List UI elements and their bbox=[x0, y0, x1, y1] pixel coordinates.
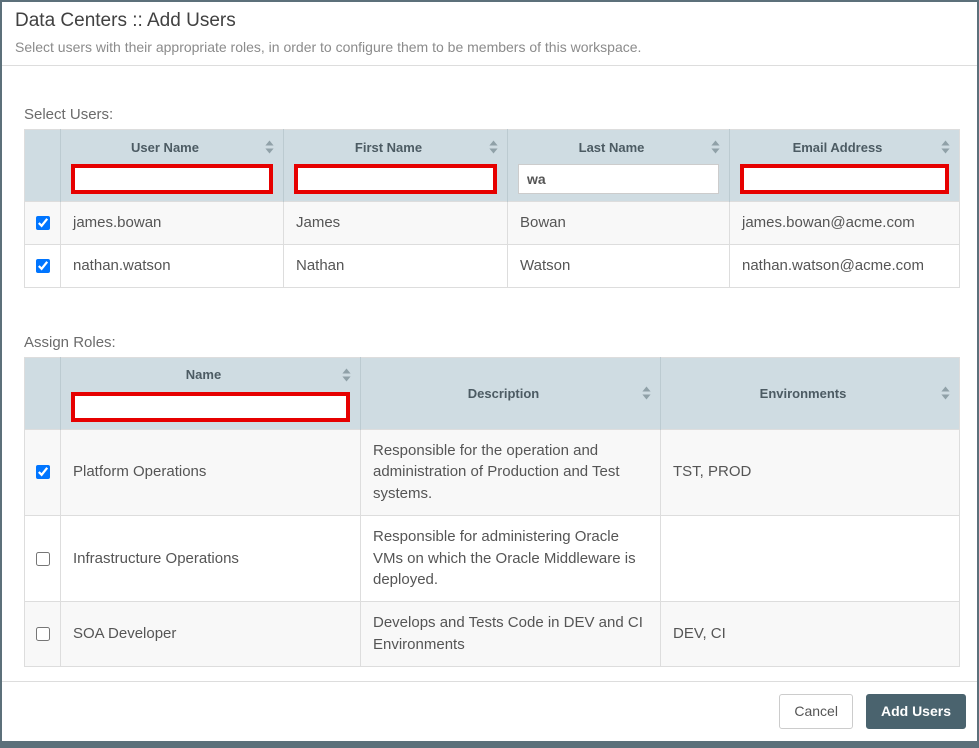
column-header-first-name[interactable]: First Name bbox=[284, 130, 508, 202]
dialog-footer: Cancel Add Users bbox=[2, 681, 977, 741]
section-label-assign-roles: Assign Roles: bbox=[24, 334, 955, 351]
filter-input-email-address[interactable] bbox=[740, 164, 949, 194]
role-environments-cell: DEV, CI bbox=[661, 602, 960, 667]
cancel-button[interactable]: Cancel bbox=[779, 694, 853, 729]
role-description-cell: Responsible for the operation and admini… bbox=[361, 429, 661, 515]
column-header-email-address[interactable]: Email Address bbox=[730, 130, 960, 202]
role-select-cell bbox=[25, 515, 61, 601]
sort-icon[interactable] bbox=[711, 141, 720, 154]
role-row-platform-operations: Platform Operations Responsible for the … bbox=[25, 429, 960, 515]
role-row-infrastructure-operations: Infrastructure Operations Responsible fo… bbox=[25, 515, 960, 601]
page-subtitle: Select users with their appropriate role… bbox=[15, 39, 964, 55]
role-name-cell: SOA Developer bbox=[61, 602, 361, 667]
column-label-last-name: Last Name bbox=[579, 140, 645, 155]
column-header-user-name[interactable]: User Name bbox=[61, 130, 284, 202]
page-title: Data Centers :: Add Users bbox=[15, 10, 964, 32]
last-name-cell: Watson bbox=[508, 244, 730, 287]
sort-icon[interactable] bbox=[265, 141, 274, 154]
sort-icon[interactable] bbox=[342, 368, 351, 381]
user-checkbox[interactable] bbox=[36, 259, 50, 273]
user-row-james-bowan: james.bowan James Bowan james.bowan@acme… bbox=[25, 202, 960, 245]
add-users-button[interactable]: Add Users bbox=[866, 694, 966, 729]
role-row-soa-developer: SOA Developer Develops and Tests Code in… bbox=[25, 602, 960, 667]
column-label-first-name: First Name bbox=[355, 140, 422, 155]
sort-icon[interactable] bbox=[941, 141, 950, 154]
column-header-environments[interactable]: Environments bbox=[661, 357, 960, 429]
role-environments-cell: TST, PROD bbox=[661, 429, 960, 515]
role-select-cell bbox=[25, 602, 61, 667]
roles-table: Name Description bbox=[24, 357, 960, 667]
dialog-body: Select Users: User Name bbox=[2, 66, 977, 667]
column-header-last-name[interactable]: Last Name bbox=[508, 130, 730, 202]
add-users-dialog: Data Centers :: Add Users Select users w… bbox=[0, 0, 979, 748]
role-description-cell: Responsible for administering Oracle VMs… bbox=[361, 515, 661, 601]
column-label-description: Description bbox=[468, 386, 540, 401]
role-name-cell: Infrastructure Operations bbox=[61, 515, 361, 601]
column-label-role-name: Name bbox=[186, 367, 221, 382]
column-header-select bbox=[25, 130, 61, 202]
role-checkbox[interactable] bbox=[36, 627, 50, 641]
user-select-cell bbox=[25, 202, 61, 245]
email-cell: nathan.watson@acme.com bbox=[730, 244, 960, 287]
role-checkbox[interactable] bbox=[36, 552, 50, 566]
column-header-select bbox=[25, 357, 61, 429]
sort-icon[interactable] bbox=[489, 141, 498, 154]
email-cell: james.bowan@acme.com bbox=[730, 202, 960, 245]
role-checkbox[interactable] bbox=[36, 465, 50, 479]
filter-input-user-name[interactable] bbox=[71, 164, 273, 194]
last-name-cell: Bowan bbox=[508, 202, 730, 245]
role-description-cell: Develops and Tests Code in DEV and CI En… bbox=[361, 602, 661, 667]
filter-input-role-name[interactable] bbox=[71, 392, 350, 422]
user-select-cell bbox=[25, 244, 61, 287]
filter-input-first-name[interactable] bbox=[294, 164, 497, 194]
user-checkbox[interactable] bbox=[36, 216, 50, 230]
column-label-environments: Environments bbox=[760, 386, 847, 401]
role-environments-cell bbox=[661, 515, 960, 601]
user-row-nathan-watson: nathan.watson Nathan Watson nathan.watso… bbox=[25, 244, 960, 287]
sort-icon[interactable] bbox=[941, 387, 950, 400]
users-table: User Name First Name bbox=[24, 129, 960, 288]
filter-input-last-name[interactable] bbox=[518, 164, 719, 194]
role-name-cell: Platform Operations bbox=[61, 429, 361, 515]
user-name-cell: james.bowan bbox=[61, 202, 284, 245]
column-label-email-address: Email Address bbox=[793, 140, 883, 155]
dialog-header: Data Centers :: Add Users Select users w… bbox=[2, 2, 977, 66]
first-name-cell: James bbox=[284, 202, 508, 245]
first-name-cell: Nathan bbox=[284, 244, 508, 287]
section-label-select-users: Select Users: bbox=[24, 106, 955, 123]
user-name-cell: nathan.watson bbox=[61, 244, 284, 287]
column-header-description[interactable]: Description bbox=[361, 357, 661, 429]
column-label-user-name: User Name bbox=[131, 140, 199, 155]
role-select-cell bbox=[25, 429, 61, 515]
column-header-role-name[interactable]: Name bbox=[61, 357, 361, 429]
sort-icon[interactable] bbox=[642, 387, 651, 400]
